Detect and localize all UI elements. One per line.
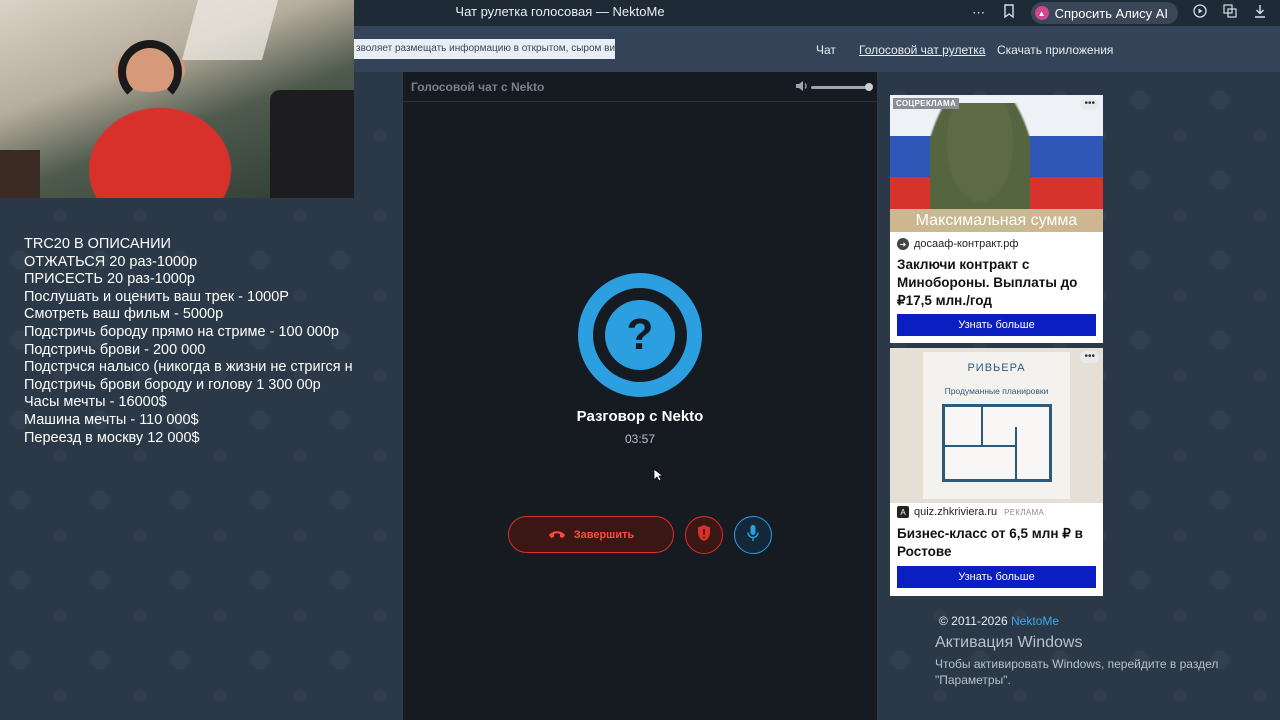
nav-voice-chat[interactable]: Голосовой чат рулетка [859, 43, 985, 57]
nav-chat[interactable]: Чат [816, 43, 836, 57]
ad-image-soldier: СОЦРЕКЛАМА ••• Максимальная сумма [890, 95, 1103, 232]
windows-activation-title: Активация Windows [935, 634, 1083, 651]
microphone-icon [746, 524, 760, 547]
overlay-line: TRC20 В ОПИСАНИИ [24, 236, 171, 252]
volume-icon[interactable] [795, 79, 809, 96]
overlay-line: Послушать и оценить ваш трек - 1000Р [24, 288, 289, 305]
conversation-title: Разговор с Nekto [576, 408, 704, 425]
floorplan-drawing [942, 404, 1052, 482]
call-timer: 03:57 [624, 432, 656, 446]
ad-domain[interactable]: A quiz.zhkriviera.ru РЕКЛАМА [897, 506, 1044, 518]
ad-options-icon[interactable]: ••• [1080, 351, 1099, 363]
stream-overlay-text: TRC20 В ОПИСАНИИ ОТЖАТЬСЯ 20 раз-1000р П… [24, 236, 376, 447]
overlay-line: Часы мечты - 16000$ [24, 394, 167, 411]
ad-learn-more-button[interactable]: Узнать больше [897, 566, 1096, 588]
hang-up-icon [548, 526, 566, 543]
ad-headline[interactable]: Бизнес-класс от 6,5 млн ₽ в Ростове [897, 525, 1102, 561]
report-button[interactable] [685, 516, 723, 554]
download-icon[interactable] [1252, 4, 1268, 22]
ad-card-riviera[interactable]: РИВЬЕРА Продуманные планировки ••• A qui… [890, 348, 1103, 596]
site-favicon-icon: A [897, 506, 909, 518]
webcam-overlay [0, 0, 354, 198]
mouse-cursor-icon [653, 468, 665, 485]
overlay-line: Подстричь бороду прямо на стриме - 100 0… [24, 323, 339, 340]
overlay-line: ПРИСЕСТЬ 20 раз-1000р [24, 271, 195, 288]
overlay-line: Подстричь брови - 200 000 [24, 341, 206, 358]
overlay-line: Смотреть ваш фильм - 5000р [24, 306, 224, 323]
browser-actions: ⋯ ▲ Спросить Алису AI [971, 0, 1280, 26]
ad-card-contract[interactable]: СОЦРЕКЛАМА ••• Максимальная сумма ➜ доса… [890, 95, 1103, 343]
overlay-line: Машина мечты - 110 000$ [24, 411, 199, 428]
footer-nektome-link[interactable]: NektoMe [1011, 614, 1059, 628]
ad-options-icon[interactable]: ••• [1080, 98, 1099, 110]
ad-domain[interactable]: ➜ досааф-контракт.рф [897, 238, 1018, 250]
arrow-right-icon: ➜ [897, 238, 909, 250]
voice-chat-panel: Голосовой чат с Nekto ? Разговор с Nekto… [403, 72, 877, 720]
ad-headline[interactable]: Заключи контракт с Минобороны. Выплаты д… [897, 256, 1102, 310]
interlocutor-avatar: ? [578, 273, 702, 397]
ask-alice-button[interactable]: ▲ Спросить Алису AI [1030, 2, 1178, 24]
overlay-line: Переезд в москву 12 000$ [24, 429, 200, 446]
question-mark-icon: ? [605, 300, 675, 370]
play-icon[interactable] [1192, 4, 1208, 22]
more-icon[interactable]: ⋯ [971, 5, 987, 21]
alice-label: Спросить Алису AI [1054, 5, 1168, 21]
footer-copyright: © 2011-2026 NektoMe [939, 614, 1060, 628]
chat-header: Голосовой чат с Nekto [403, 72, 877, 102]
ad-learn-more-button[interactable]: Узнать больше [897, 314, 1096, 336]
overlay-line: ОТЖАТЬСЯ 20 раз-1000р [24, 253, 198, 270]
overlay-line: Подстрчся налысо (никогда в жизни не стр… [24, 359, 353, 376]
volume-slider-handle[interactable] [865, 83, 873, 91]
bookmark-icon[interactable] [1001, 4, 1017, 22]
translate-icon[interactable] [1222, 4, 1238, 22]
social-ad-badge: СОЦРЕКЛАМА [893, 98, 960, 109]
ad-plan-caption: Продуманные планировки [944, 386, 1049, 396]
alice-icon: ▲ [1034, 6, 1049, 20]
windows-activation-text: Чтобы активировать Windows, перейдите в … [935, 657, 1219, 687]
ad-label: РЕКЛАМА [1004, 507, 1045, 517]
end-call-label: Завершить [573, 528, 635, 541]
microphone-button[interactable] [734, 516, 772, 554]
ad-banner-text: Максимальная сумма [890, 209, 1103, 232]
end-call-button[interactable]: Завершить [508, 516, 674, 553]
ad-image-floorplan: РИВЬЕРА Продуманные планировки ••• [890, 348, 1103, 503]
nav-download-apps[interactable]: Скачать приложения [997, 43, 1113, 57]
overlay-line: Подстричь брови бороду и голову 1 300 00… [24, 376, 321, 393]
info-notice: зволяет размещать информацию в открытом,… [354, 39, 615, 59]
shield-alert-icon [696, 524, 712, 547]
chat-title: Голосовой чат с Nekto [411, 80, 545, 94]
volume-slider[interactable] [811, 86, 869, 89]
ad-brand: РИВЬЕРА [967, 362, 1026, 374]
